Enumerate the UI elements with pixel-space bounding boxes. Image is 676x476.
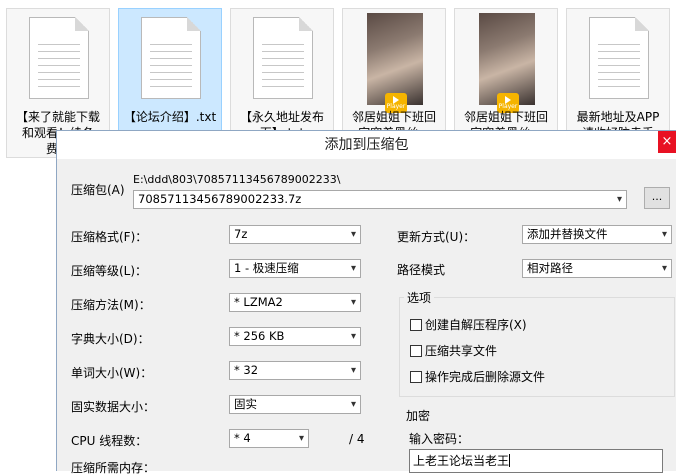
solid-label: 固实数据大小： [71, 400, 156, 414]
level-value: 1 - 极速压缩 [234, 261, 299, 275]
encryption-title: 加密 [403, 407, 434, 424]
dialog-title: 添加到压缩包 [57, 131, 676, 159]
text-file-icon [253, 17, 313, 99]
password-input[interactable]: 上老王论坛当老王 [409, 449, 663, 473]
level-label: 压缩等级(L)： [71, 264, 148, 278]
solid-select[interactable]: 固实 ▾ [229, 395, 361, 414]
text-file-icon [141, 17, 201, 99]
threads-value: * 4 [234, 431, 251, 445]
dict-label: 字典大小(D)： [71, 332, 150, 346]
chevron-down-icon: ▾ [350, 365, 356, 376]
path-mode-select[interactable]: 相对路径 ▾ [522, 259, 672, 278]
solid-value: 固实 [234, 397, 257, 411]
update-value: 添加并替换文件 [527, 227, 608, 241]
word-value: * 32 [234, 363, 259, 377]
delete-after-checkbox[interactable]: 操作完成后删除源文件 [410, 368, 545, 385]
close-button[interactable]: × [658, 131, 676, 153]
update-select[interactable]: 添加并替换文件 ▾ [522, 225, 672, 244]
update-label: 更新方式(U)： [397, 230, 476, 244]
format-select[interactable]: 7z ▾ [229, 225, 361, 244]
method-value: * LZMA2 [234, 295, 283, 309]
archive-label: 压缩包(A) [71, 183, 125, 197]
archive-path: E:\ddd\803\70857113456789002233\ [133, 173, 341, 186]
file-label: 【论坛介绍】.txt [123, 110, 217, 124]
threads-total: / 4 [349, 432, 365, 446]
shared-files-label: 压缩共享文件 [425, 344, 498, 358]
memory-label: 压缩所需内存： [71, 461, 156, 475]
chevron-down-icon: ▾ [616, 194, 622, 205]
chevron-down-icon: ▾ [661, 263, 667, 274]
threads-select[interactable]: * 4 ▾ [229, 429, 309, 448]
add-to-archive-dialog: 添加到压缩包 × 压缩包(A) E:\ddd\803\7085711345678… [56, 130, 676, 475]
browse-button[interactable]: ... [644, 187, 670, 209]
dict-select[interactable]: * 256 KB ▾ [229, 327, 361, 346]
options-group: 选项 创建自解压程序(X) 压缩共享文件 操作完成后删除源文件 [399, 289, 675, 397]
password-label: 输入密码： [409, 432, 470, 446]
chevron-down-icon: ▾ [298, 433, 304, 444]
checkbox-icon [410, 371, 422, 383]
chevron-down-icon: ▾ [661, 229, 667, 240]
chevron-down-icon: ▾ [350, 297, 356, 308]
threads-label: CPU 线程数： [71, 434, 148, 448]
checkbox-icon [410, 345, 422, 357]
chevron-down-icon: ▾ [350, 229, 356, 240]
video-thumbnail: Player [479, 13, 535, 113]
path-mode-value: 相对路径 [527, 261, 573, 275]
word-label: 单词大小(W)： [71, 366, 153, 380]
text-file-icon [589, 17, 649, 99]
video-thumbnail: Player [367, 13, 423, 113]
method-label: 压缩方法(M)： [71, 298, 151, 312]
archive-name-combo[interactable]: 70857113456789002233.7z ▾ [133, 190, 627, 209]
format-label: 压缩格式(F)： [71, 230, 148, 244]
chevron-down-icon: ▾ [350, 399, 356, 410]
sfx-checkbox[interactable]: 创建自解压程序(X) [410, 316, 527, 333]
chevron-down-icon: ▾ [350, 331, 356, 342]
method-select[interactable]: * LZMA2 ▾ [229, 293, 361, 312]
level-select[interactable]: 1 - 极速压缩 ▾ [229, 259, 361, 278]
checkbox-icon [410, 319, 422, 331]
word-select[interactable]: * 32 ▾ [229, 361, 361, 380]
options-title: 选项 [404, 289, 435, 306]
sfx-label: 创建自解压程序(X) [425, 318, 527, 332]
text-caret [509, 454, 511, 467]
dict-value: * 256 KB [234, 329, 285, 343]
delete-after-label: 操作完成后删除源文件 [425, 370, 546, 384]
archive-name-value: 70857113456789002233.7z [138, 192, 302, 206]
format-value: 7z [234, 227, 248, 241]
path-mode-label: 路径模式 [397, 263, 446, 277]
shared-files-checkbox[interactable]: 压缩共享文件 [410, 342, 497, 359]
chevron-down-icon: ▾ [350, 263, 356, 274]
password-value: 上老王论坛当老王 [413, 454, 510, 468]
text-file-icon [29, 17, 89, 99]
